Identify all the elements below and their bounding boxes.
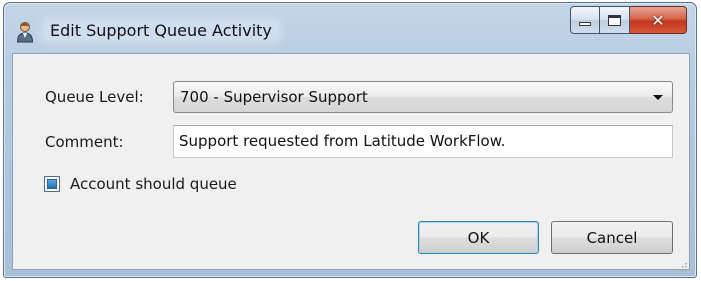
dialog-window: Edit Support Queue Activity ✕ Queue Leve… — [3, 2, 697, 278]
close-icon: ✕ — [651, 10, 665, 30]
caption-buttons: ✕ — [570, 6, 687, 34]
minimize-button[interactable] — [570, 6, 600, 34]
maximize-button[interactable] — [600, 6, 630, 34]
ok-button[interactable]: OK — [418, 221, 539, 254]
checkbox-checked-indicator — [47, 179, 57, 189]
title-bar[interactable]: Edit Support Queue Activity ✕ — [4, 3, 696, 53]
comment-label: Comment: — [45, 133, 124, 151]
cancel-button[interactable]: Cancel — [551, 221, 673, 254]
queue-level-value: 700 - Supervisor Support — [180, 88, 368, 106]
minimize-icon — [579, 22, 591, 26]
queue-level-select[interactable]: 700 - Supervisor Support — [173, 81, 673, 113]
window-title: Edit Support Queue Activity — [44, 21, 278, 40]
account-should-queue-checkbox[interactable] — [44, 176, 60, 192]
queue-level-label: Queue Level: — [45, 88, 144, 106]
chevron-down-icon — [653, 95, 663, 100]
comment-input[interactable]: Support requested from Latitude WorkFlow… — [173, 125, 673, 158]
close-button[interactable]: ✕ — [630, 6, 687, 34]
user-icon — [16, 21, 34, 43]
account-should-queue-label[interactable]: Account should queue — [70, 175, 237, 193]
comment-value: Support requested from Latitude WorkFlow… — [179, 132, 506, 150]
dialog-body: Queue Level: 700 - Supervisor Support Co… — [12, 53, 690, 271]
maximize-icon — [608, 14, 621, 26]
resize-grip-icon[interactable] — [677, 257, 687, 271]
